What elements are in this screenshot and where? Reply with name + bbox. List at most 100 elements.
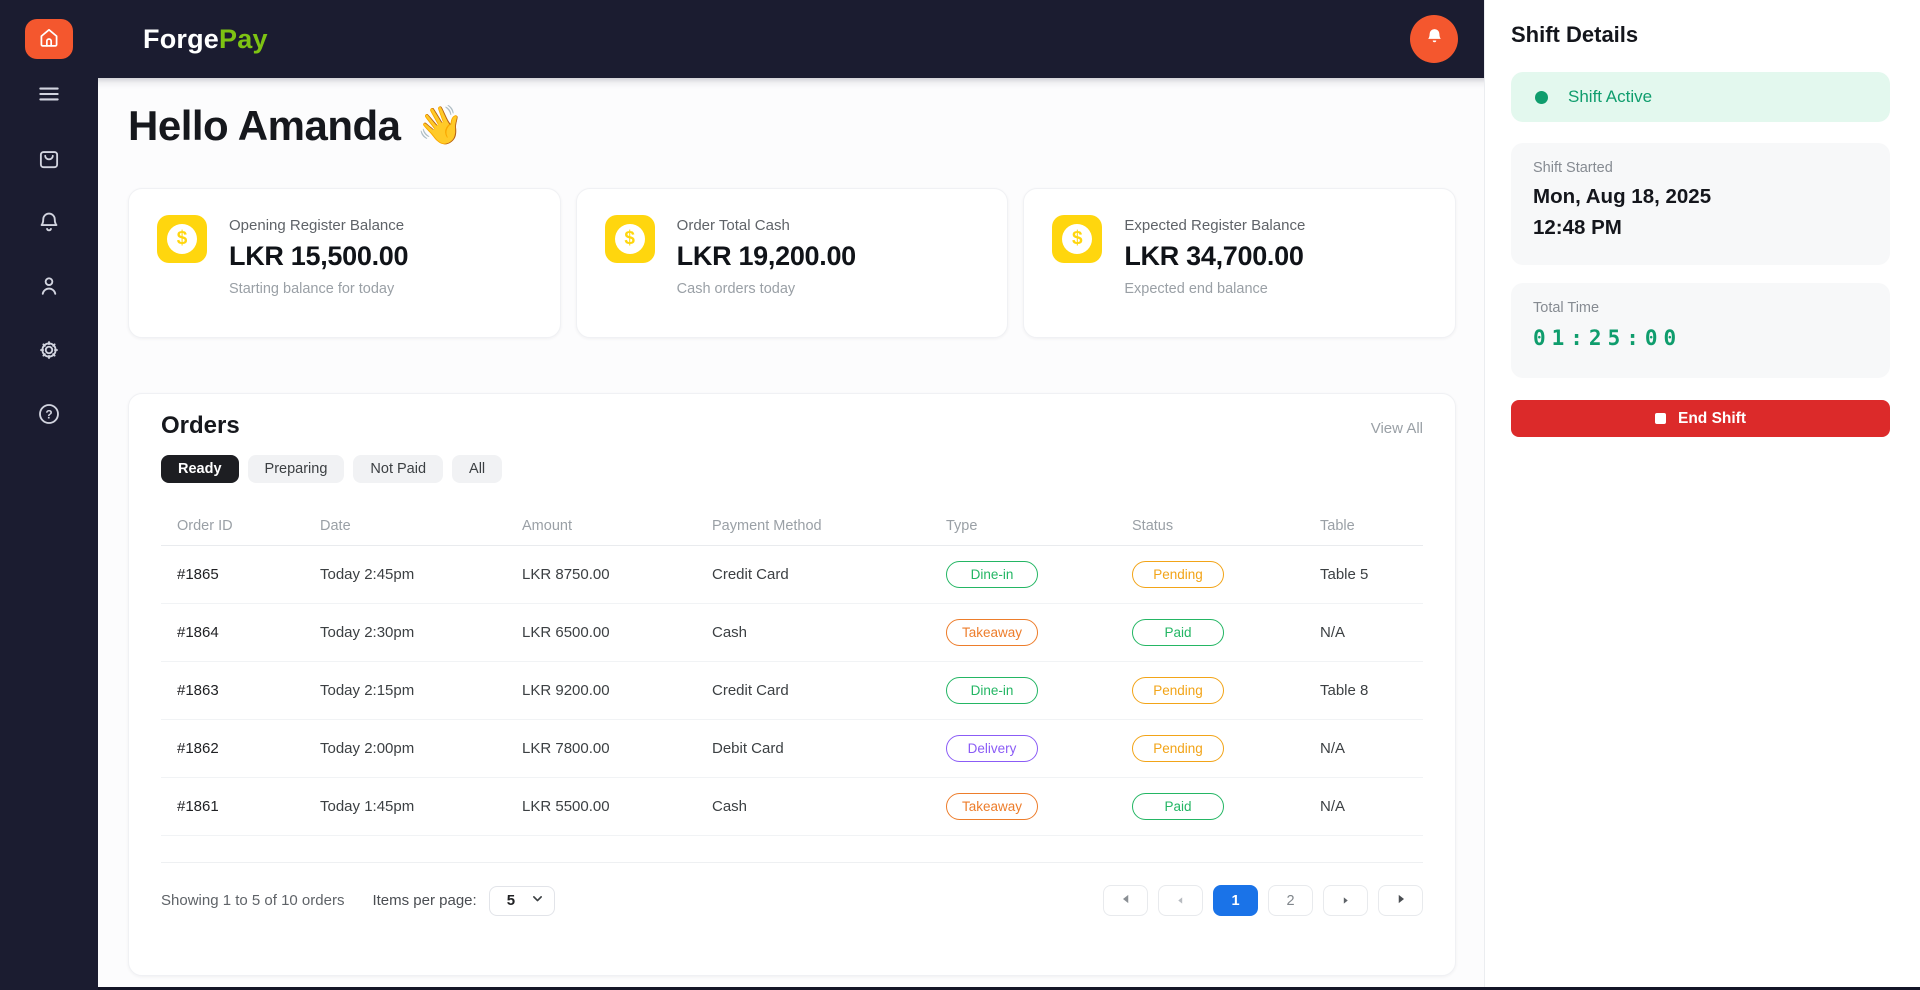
- cell-payment-method: Credit Card: [712, 682, 789, 699]
- table-row: #1863 Today 2:15pm LKR 9200.00 Credit Ca…: [161, 662, 1423, 720]
- type-badge: Delivery: [946, 735, 1038, 762]
- stat-label: Order Total Cash: [676, 217, 790, 234]
- orders-tabs: Ready Preparing Not Paid All: [161, 455, 1423, 483]
- cell-status: Pending: [1132, 561, 1320, 588]
- notification-button[interactable]: [1410, 15, 1458, 63]
- chevron-down-icon: [531, 892, 544, 909]
- status-badge: Paid: [1132, 793, 1224, 820]
- orders-title: Orders: [161, 412, 240, 439]
- page-button-2[interactable]: 2: [1268, 885, 1313, 916]
- cell-amount: LKR 9200.00: [522, 682, 610, 699]
- greeting-text: Hello Amanda: [128, 102, 401, 149]
- orders-table-body: #1865 Today 2:45pm LKR 8750.00 Credit Ca…: [161, 546, 1423, 836]
- total-time-box: Total Time 01:25:00: [1511, 283, 1890, 378]
- table-row: #1865 Today 2:45pm LKR 8750.00 Credit Ca…: [161, 546, 1423, 604]
- status-badge: Pending: [1132, 561, 1224, 588]
- prev-page-button[interactable]: [1158, 885, 1203, 916]
- stat-card-order-total-cash: $ Order Total Cash LKR 19,200.00 Cash or…: [575, 188, 1009, 338]
- stat-value: LKR 19,200.00: [676, 241, 857, 271]
- cell-type: Dine-in: [946, 677, 1132, 704]
- first-page-button[interactable]: [1103, 885, 1148, 916]
- shift-status-badge: Shift Active: [1511, 72, 1890, 122]
- cell-date: Today 1:45pm: [320, 798, 415, 815]
- page-title: Hello Amanda 👋: [128, 102, 1484, 150]
- cell-type: Dine-in: [946, 561, 1132, 588]
- cell-order-id: #1861: [177, 798, 219, 815]
- sidebar-item-home[interactable]: [25, 19, 73, 59]
- view-all-link[interactable]: View All: [1371, 420, 1423, 437]
- cell-amount: LKR 6500.00: [522, 624, 610, 641]
- home-icon: [36, 24, 62, 55]
- bell-icon: [1424, 26, 1445, 52]
- total-time-value: 01:25:00: [1533, 326, 1683, 350]
- stat-card-expected-balance: $ Expected Register Balance LKR 34,700.0…: [1023, 188, 1457, 338]
- page-buttons: 12: [1213, 885, 1313, 916]
- sidebar-item-menu[interactable]: [36, 83, 62, 109]
- page-button-1[interactable]: 1: [1213, 885, 1258, 916]
- shift-started-date: Mon, Aug 18, 2025: [1533, 185, 1712, 208]
- cell-date: Today 2:45pm: [320, 566, 415, 583]
- sidebar-item-profile[interactable]: [36, 275, 62, 301]
- orders-bag-icon: [36, 145, 62, 176]
- dollar-icon: $: [1052, 215, 1103, 263]
- cell-type: Delivery: [946, 735, 1132, 762]
- svg-text:?: ?: [45, 407, 52, 421]
- items-per-page-select[interactable]: 5: [488, 885, 555, 916]
- column-header: Date: [320, 517, 351, 534]
- dollar-icon: $: [604, 215, 655, 263]
- table-row: #1864 Today 2:30pm LKR 6500.00 Cash Take…: [161, 604, 1423, 662]
- orders-footer: Showing 1 to 5 of 10 orders Items per pa…: [161, 862, 1423, 938]
- end-shift-label: End Shift: [1677, 409, 1747, 427]
- last-page-button[interactable]: [1378, 885, 1423, 916]
- brand-name-primary: Forge: [143, 23, 220, 54]
- cell-payment-method: Debit Card: [712, 740, 784, 757]
- tab-not-paid[interactable]: Not Paid: [353, 455, 444, 483]
- tab-all[interactable]: All: [452, 455, 503, 483]
- cell-order-id: #1863: [177, 682, 219, 699]
- sidebar: ?: [0, 0, 98, 990]
- stat-subtext: Expected end balance: [1124, 281, 1268, 297]
- cell-date: Today 2:15pm: [320, 682, 415, 699]
- stat-subtext: Cash orders today: [676, 281, 796, 297]
- stat-value: LKR 34,700.00: [1124, 241, 1304, 271]
- stat-cards: $ Opening Register Balance LKR 15,500.00…: [128, 188, 1457, 338]
- shift-status-label: Shift Active: [1568, 87, 1653, 106]
- tab-preparing[interactable]: Preparing: [247, 455, 345, 483]
- end-shift-button[interactable]: End Shift: [1511, 400, 1890, 437]
- sidebar-item-help[interactable]: ?: [36, 403, 62, 429]
- sidebar-item-orders[interactable]: [36, 147, 62, 173]
- tab-ready[interactable]: Ready: [161, 455, 239, 483]
- cell-order-id: #1862: [177, 740, 219, 757]
- cell-date: Today 2:30pm: [320, 624, 415, 641]
- first-page-icon: [1120, 893, 1132, 909]
- column-header: Amount: [522, 517, 572, 534]
- column-header: Status: [1132, 517, 1174, 534]
- cell-amount: LKR 8750.00: [522, 566, 610, 583]
- next-page-button[interactable]: [1323, 885, 1368, 916]
- sidebar-item-notifications[interactable]: [36, 211, 62, 237]
- shift-started-box: Shift Started Mon, Aug 18, 2025 12:48 PM: [1511, 143, 1890, 265]
- results-summary: Showing 1 to 5 of 10 orders: [161, 892, 345, 909]
- stop-icon: [1654, 413, 1666, 424]
- profile-icon: [36, 273, 62, 304]
- cell-order-id: #1865: [177, 566, 219, 583]
- topbar: ForgePay: [98, 0, 1484, 78]
- table-row: #1861 Today 1:45pm LKR 5500.00 Cash Take…: [161, 778, 1423, 836]
- last-page-icon: [1395, 893, 1407, 909]
- cell-amount: LKR 7800.00: [522, 740, 610, 757]
- cell-table: Table 5: [1320, 566, 1369, 583]
- main-content: Hello Amanda 👋 $ Opening Register Balanc…: [98, 78, 1484, 987]
- menu-icon: [36, 81, 62, 112]
- cell-table: N/A: [1320, 740, 1346, 757]
- orders-table-header: Order ID Date Amount Payment Method Type Stat…: [161, 506, 1423, 546]
- type-badge: Takeaway: [946, 619, 1038, 646]
- cell-status: Pending: [1132, 677, 1320, 704]
- stat-value: LKR 15,500.00: [229, 241, 409, 271]
- cell-payment-method: Credit Card: [712, 566, 789, 583]
- sidebar-item-settings[interactable]: [36, 339, 62, 365]
- cell-table: N/A: [1320, 798, 1346, 815]
- status-badge: Paid: [1132, 619, 1224, 646]
- cell-payment-method: Cash: [712, 798, 748, 815]
- prev-page-icon: [1176, 893, 1185, 909]
- next-page-icon: [1341, 893, 1350, 909]
